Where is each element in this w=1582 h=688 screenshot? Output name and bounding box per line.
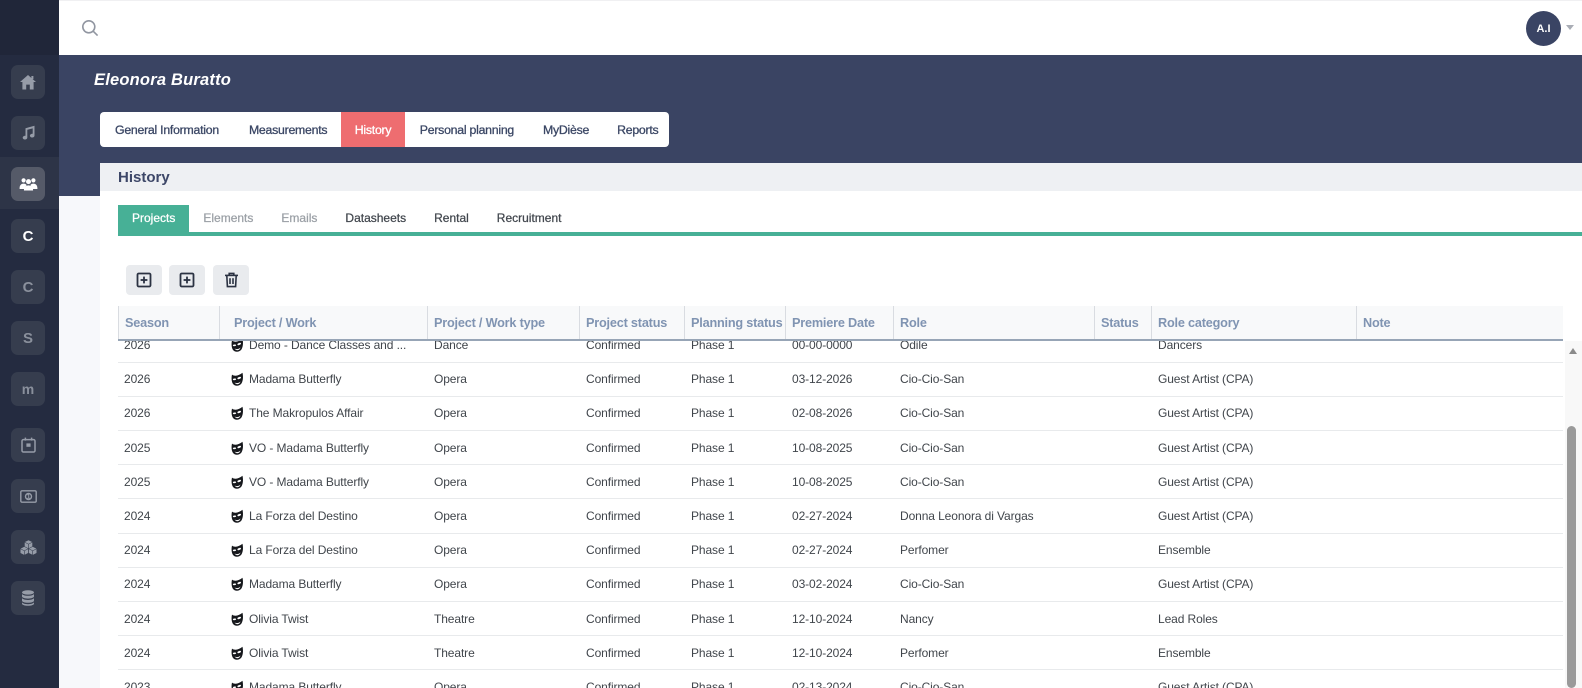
svg-text:1: 1 bbox=[26, 493, 30, 500]
